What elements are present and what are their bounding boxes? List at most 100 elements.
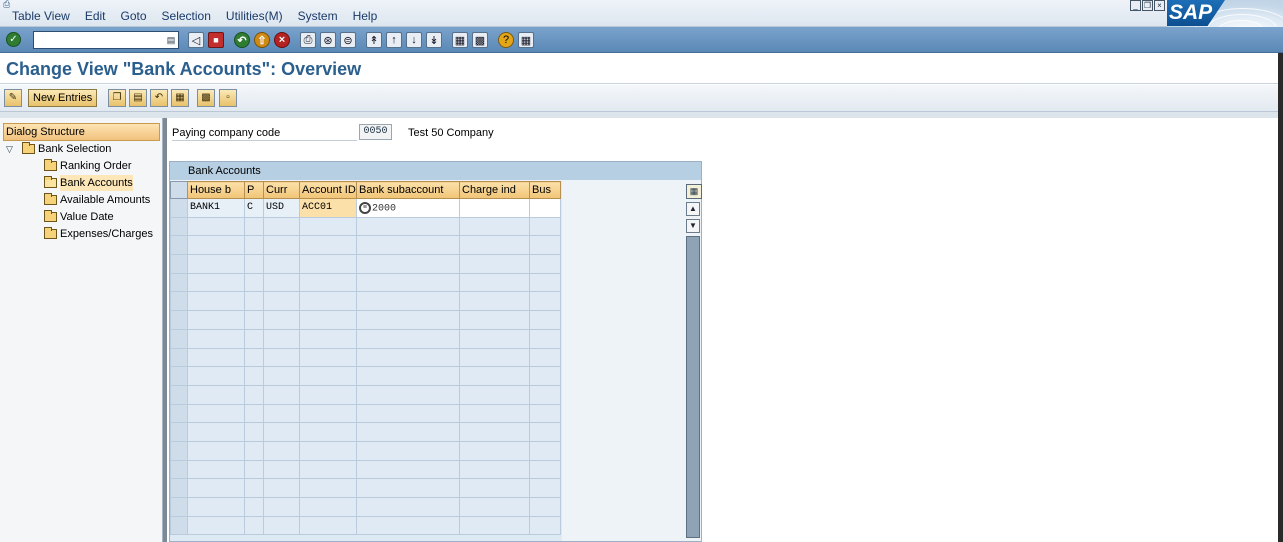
previous-page-icon[interactable]: ↑ [386, 32, 402, 48]
command-input[interactable] [34, 32, 164, 48]
table-cell[interactable] [244, 384, 264, 405]
row-selector[interactable] [170, 235, 188, 256]
table-cell[interactable] [244, 497, 264, 517]
table-cell[interactable] [299, 272, 357, 293]
tree-node-available-amounts[interactable]: Available Amounts [44, 192, 150, 208]
select-all-icon[interactable]: ▦ [171, 89, 189, 107]
find-icon[interactable]: ⊛ [320, 32, 336, 48]
table-cell[interactable] [459, 254, 530, 274]
table-cell[interactable] [459, 403, 530, 424]
row-selector[interactable] [170, 198, 188, 218]
deselect-all-icon[interactable]: ▫ [219, 89, 237, 107]
table-cell[interactable] [356, 328, 460, 349]
row-selector[interactable] [170, 347, 188, 368]
table-cell[interactable] [263, 328, 300, 349]
command-history-icon[interactable]: ▤ [166, 34, 176, 46]
table-cell[interactable] [263, 440, 300, 461]
table-cell[interactable] [263, 422, 300, 442]
table-cell[interactable] [263, 347, 300, 368]
row-selector[interactable] [170, 422, 188, 442]
table-cell[interactable] [187, 422, 245, 442]
menu-table-view[interactable]: Table View [10, 9, 72, 23]
table-cell[interactable] [299, 235, 357, 256]
account-id-cell[interactable]: ACC01 [299, 198, 357, 218]
row-selector[interactable] [170, 497, 188, 517]
scroll-down-icon[interactable]: ▼ [686, 219, 700, 233]
table-cell[interactable] [187, 440, 245, 461]
table-cell[interactable] [187, 515, 245, 536]
table-cell[interactable] [299, 291, 357, 312]
layout-menu-icon[interactable]: ▦ [518, 32, 534, 48]
tree-node-value-date[interactable]: Value Date [44, 209, 114, 225]
tree-node-bank-selection[interactable]: ▽ Bank Selection [6, 141, 111, 157]
create-session-icon[interactable]: ▦ [452, 32, 468, 48]
help-icon[interactable]: ? [498, 32, 514, 48]
table-cell[interactable] [459, 459, 530, 480]
table-cell[interactable] [263, 291, 300, 312]
display-change-icon[interactable]: ✎ [4, 89, 22, 107]
table-cell[interactable] [187, 384, 245, 405]
table-cell[interactable] [299, 422, 357, 442]
table-cell[interactable] [459, 366, 530, 386]
table-cell[interactable] [263, 459, 300, 480]
table-cell[interactable] [244, 216, 264, 237]
table-cell[interactable] [459, 422, 530, 442]
command-field[interactable]: ▤ [33, 31, 179, 49]
table-cell[interactable] [187, 347, 245, 368]
column-header[interactable]: Curr [263, 181, 300, 199]
table-cell[interactable] [529, 216, 561, 237]
table-cell[interactable] [459, 515, 530, 536]
table-cell[interactable] [356, 497, 460, 517]
table-cell[interactable] [459, 384, 530, 405]
shortcut-icon[interactable]: ▩ [472, 32, 488, 48]
table-cell[interactable] [529, 384, 561, 405]
table-cell[interactable] [263, 254, 300, 274]
column-header[interactable]: Account ID [299, 181, 357, 199]
table-cell[interactable] [299, 310, 357, 330]
table-cell[interactable] [529, 328, 561, 349]
table-cell[interactable] [356, 384, 460, 405]
table-cell[interactable] [529, 422, 561, 442]
table-cell[interactable] [263, 310, 300, 330]
table-cell[interactable] [244, 440, 264, 461]
charge-ind-cell[interactable] [459, 198, 530, 218]
table-cell[interactable] [356, 347, 460, 368]
table-cell[interactable] [244, 310, 264, 330]
table-cell[interactable] [244, 478, 264, 498]
table-cell[interactable] [263, 478, 300, 498]
next-page-icon[interactable]: ↓ [406, 32, 422, 48]
new-entries-button[interactable]: New Entries [28, 89, 98, 107]
table-cell[interactable] [263, 272, 300, 293]
table-cell[interactable] [529, 235, 561, 256]
table-cell[interactable] [263, 235, 300, 256]
table-cell[interactable] [263, 216, 300, 237]
table-cell[interactable] [529, 478, 561, 498]
menu-system[interactable]: System [296, 9, 340, 23]
table-cell[interactable] [187, 403, 245, 424]
table-cell[interactable] [244, 515, 264, 536]
table-cell[interactable] [459, 216, 530, 237]
table-cell[interactable] [244, 403, 264, 424]
print-icon[interactable]: ⎙ [300, 32, 316, 48]
tree-node-ranking-order[interactable]: Ranking Order [44, 158, 132, 174]
table-cell[interactable] [356, 403, 460, 424]
scrollbar-thumb[interactable] [686, 236, 700, 538]
table-cell[interactable] [356, 310, 460, 330]
table-cell[interactable] [299, 478, 357, 498]
column-header[interactable]: Charge ind [459, 181, 530, 199]
tree-node-bank-accounts[interactable]: Bank Accounts [44, 175, 133, 191]
first-page-icon[interactable]: ↟ [366, 32, 382, 48]
table-cell[interactable] [356, 235, 460, 256]
tree-node-expenses-charges[interactable]: Expenses/Charges [44, 226, 153, 242]
table-cell[interactable] [244, 291, 264, 312]
copy-as-icon[interactable]: ❐ [108, 89, 126, 107]
back-arrow-small-icon[interactable]: ◁ [188, 32, 204, 48]
table-cell[interactable] [187, 478, 245, 498]
scroll-up-icon[interactable]: ▲ [686, 202, 700, 216]
table-cell[interactable] [263, 403, 300, 424]
column-header[interactable]: P [244, 181, 264, 199]
row-selector[interactable] [170, 440, 188, 461]
table-cell[interactable] [529, 440, 561, 461]
table-cell[interactable] [529, 272, 561, 293]
table-cell[interactable] [187, 310, 245, 330]
